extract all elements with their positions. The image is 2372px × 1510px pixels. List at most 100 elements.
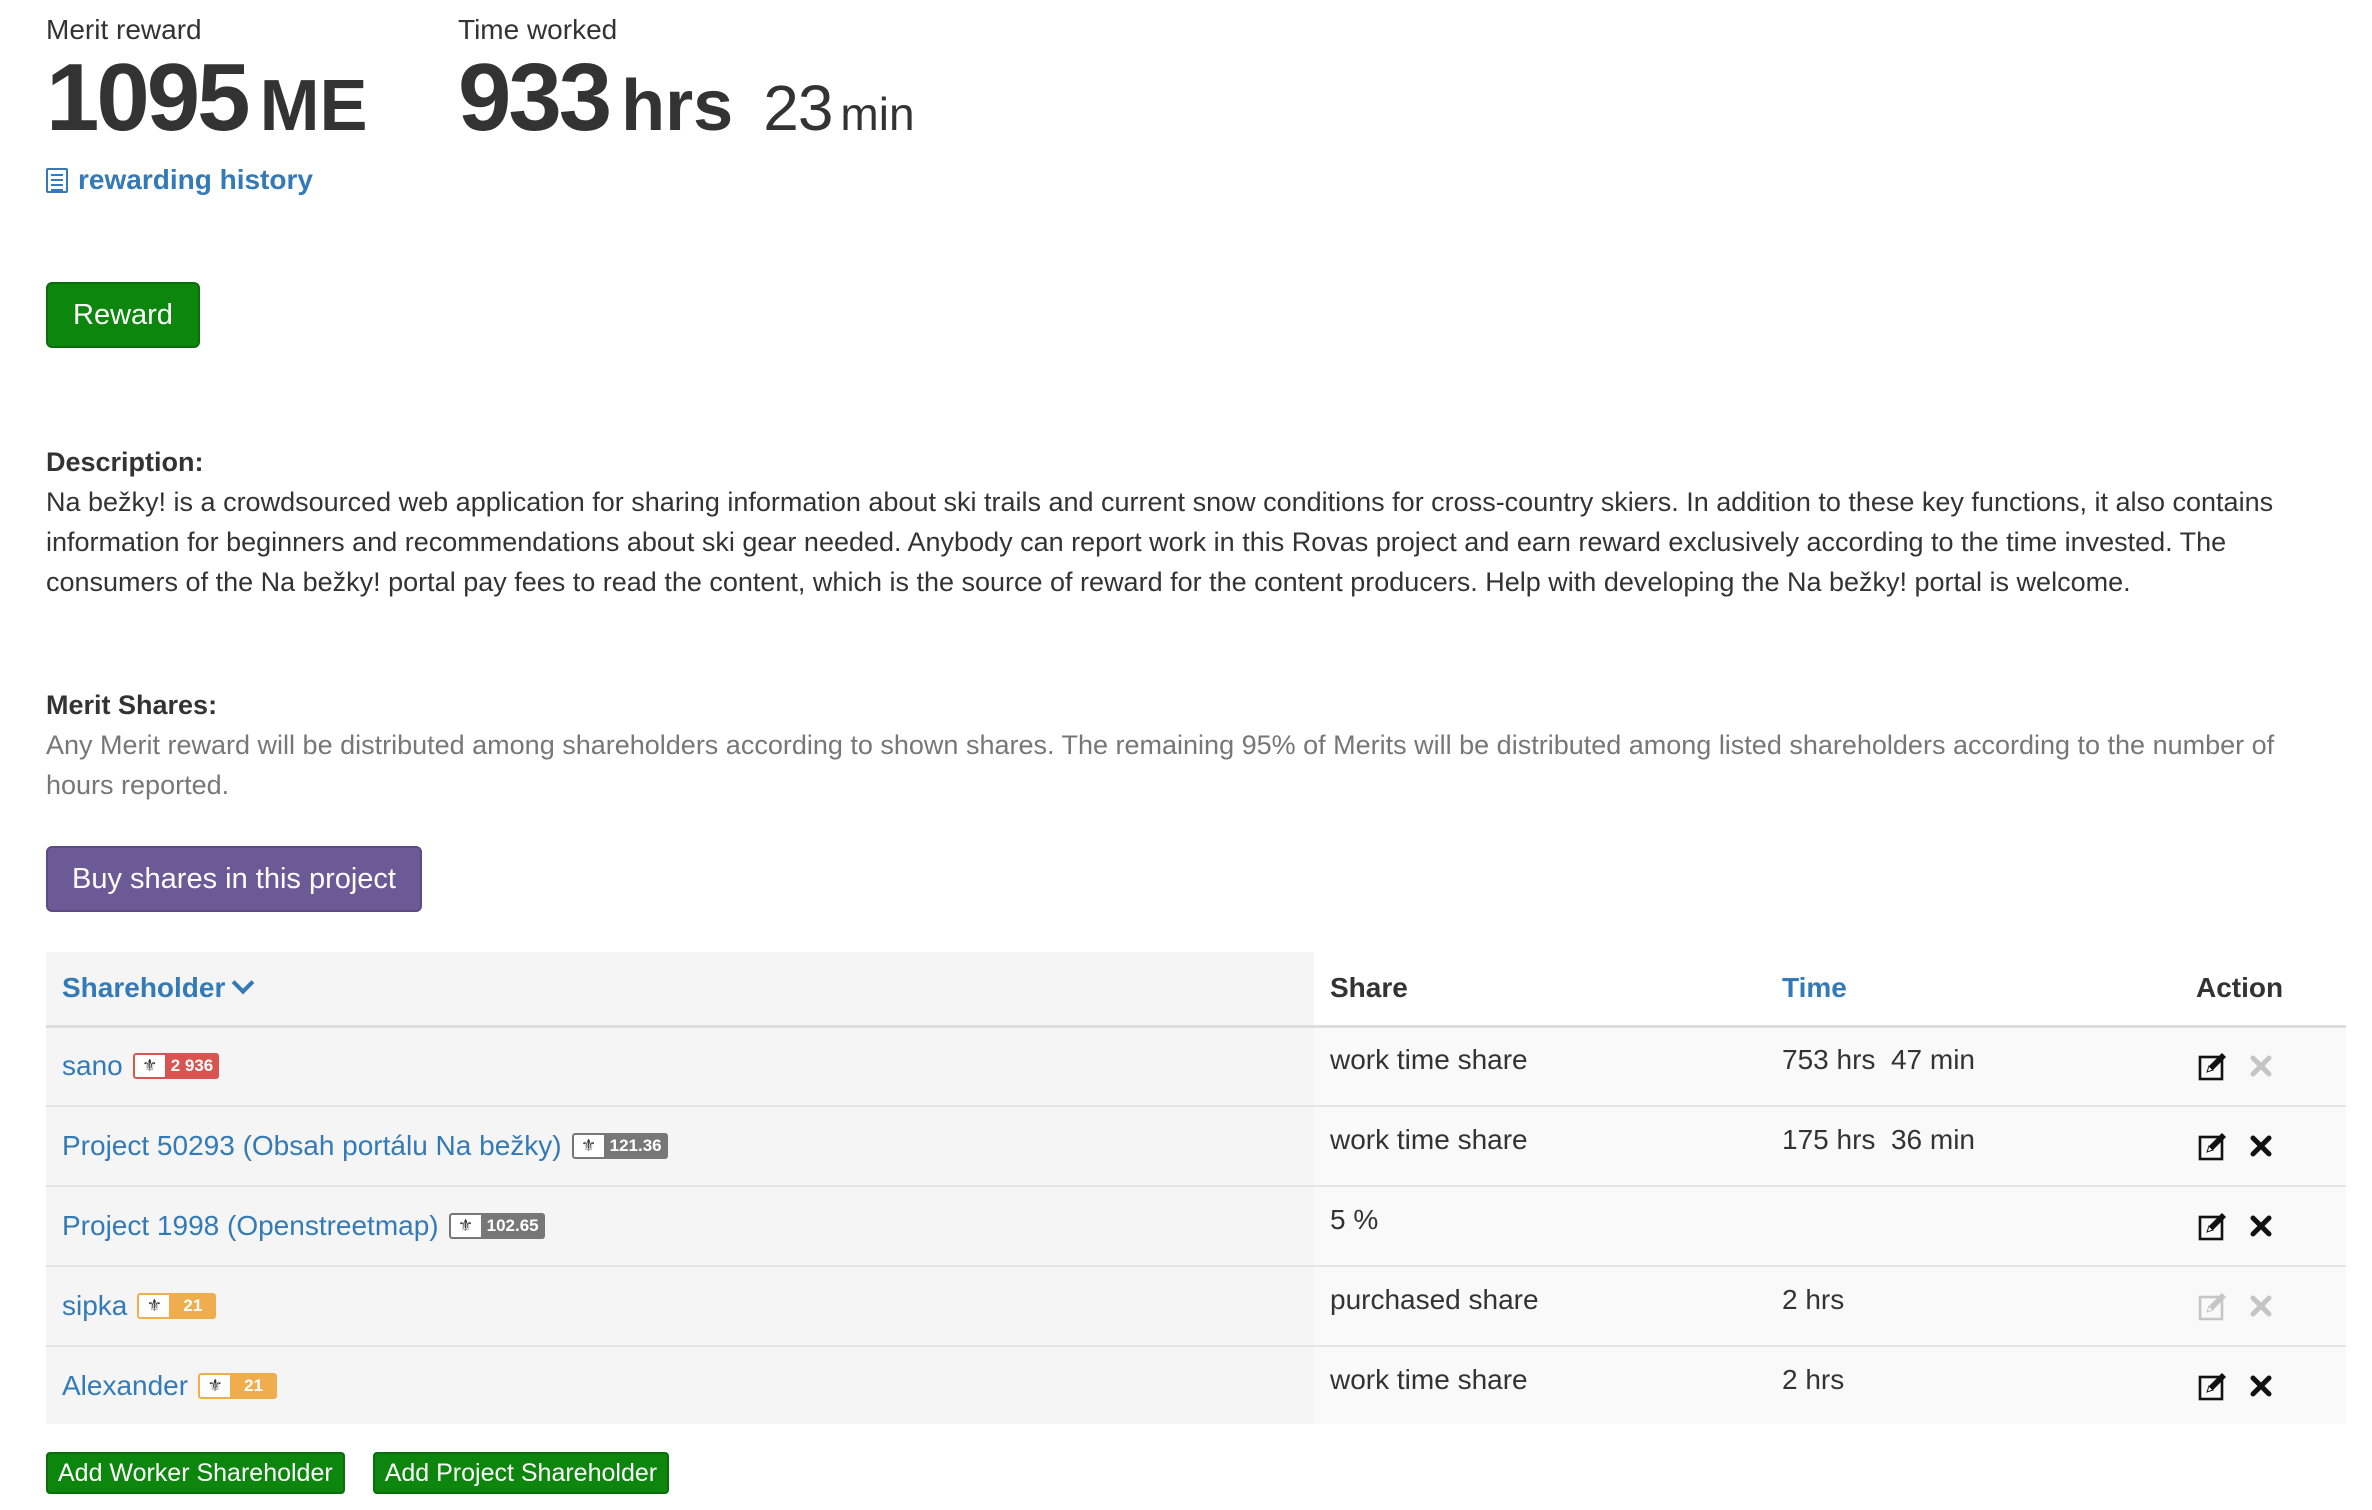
edit-icon[interactable] bbox=[2196, 1129, 2230, 1163]
shareholder-cell: sano ⚜ 2 936 bbox=[46, 1026, 1314, 1106]
description-title: Description: bbox=[46, 447, 204, 477]
table-row: Project 1998 (Openstreetmap) ⚜ 102.65 5 % bbox=[46, 1186, 2346, 1266]
people-icon: ⚜ bbox=[137, 1293, 170, 1319]
close-icon[interactable] bbox=[2244, 1369, 2278, 1403]
time-hours-unit: hrs bbox=[621, 66, 734, 146]
reputation-value: 102.65 bbox=[480, 1213, 545, 1239]
time-value: 2 hrs bbox=[1782, 1284, 1845, 1315]
reward-button[interactable]: Reward bbox=[46, 282, 200, 348]
reputation-badge: ⚜ 121.36 bbox=[571, 1133, 668, 1159]
merit-reward-label: Merit reward bbox=[46, 14, 202, 45]
project-page: Merit reward 1095 ME Time worked 933 hrs 23… bbox=[46, 0, 2346, 1494]
time-sort-link[interactable]: Time bbox=[1782, 972, 1847, 1003]
time-value: 175 hrs 36 min bbox=[1782, 1124, 1975, 1155]
time-column-header[interactable]: Time bbox=[1766, 952, 2180, 1026]
reputation-value: 21 bbox=[230, 1372, 278, 1399]
reputation-value: 121.36 bbox=[603, 1133, 668, 1159]
add-shareholder-buttons: Add Worker Shareholder Add Project Share… bbox=[46, 1452, 670, 1494]
chevron-down-icon bbox=[232, 971, 255, 995]
shareholder-cell: sipka ⚜ 21 bbox=[46, 1266, 1314, 1346]
shareholder-name-link[interactable]: Project 1998 (Openstreetmap) bbox=[62, 1210, 439, 1242]
merit-unit: ME bbox=[259, 66, 368, 146]
time-cell: 175 hrs 36 min bbox=[1766, 1106, 2180, 1186]
merit-reward-stat: Merit reward 1095 ME bbox=[46, 12, 368, 174]
shareholder-column-header[interactable]: Shareholder bbox=[46, 952, 1314, 1026]
shareholder-header-label: Shareholder bbox=[62, 972, 226, 1004]
add-project-shareholder-button[interactable]: Add Project Shareholder bbox=[372, 1452, 670, 1494]
action-column-header: Action bbox=[2196, 972, 2284, 1004]
shareholder-cell: Project 1998 (Openstreetmap) ⚜ 102.65 bbox=[46, 1186, 1314, 1266]
share-value: purchased share bbox=[1330, 1284, 1539, 1315]
table-row: Project 50293 (Obsah portálu Na bežky) ⚜ 1… bbox=[46, 1106, 2346, 1186]
shareholder-cell: Project 50293 (Obsah portálu Na bežky) ⚜ 1… bbox=[46, 1106, 1314, 1186]
reputation-badge: ⚜ 21 bbox=[137, 1293, 217, 1319]
shareholder-name-wrap: sipka ⚜ 21 bbox=[62, 1290, 1298, 1322]
time-hours: 933 bbox=[458, 44, 612, 151]
shareholders-table: Shareholder Share Time Action sano ⚜ 2 936… bbox=[46, 952, 2346, 1424]
share-cell: work time share bbox=[1314, 1026, 1766, 1106]
shareholder-name-wrap: Project 50293 (Obsah portálu Na bežky) ⚜ 1… bbox=[62, 1130, 1298, 1162]
merit-shares-title: Merit Shares: bbox=[46, 690, 218, 720]
action-cell bbox=[2180, 1026, 2346, 1106]
time-cell: 2 hrs bbox=[1766, 1266, 2180, 1346]
shareholders-table-body: sano ⚜ 2 936 work time share 753 hrs 47 min P… bbox=[46, 1026, 2346, 1424]
table-row: sano ⚜ 2 936 work time share 753 hrs 47 min bbox=[46, 1026, 2346, 1106]
share-value: 5 % bbox=[1330, 1204, 1379, 1235]
edit-icon[interactable] bbox=[2196, 1209, 2230, 1243]
share-cell: work time share bbox=[1314, 1346, 1766, 1424]
time-minutes: 23 bbox=[763, 72, 833, 144]
shareholder-cell: Alexander ⚜ 21 bbox=[46, 1346, 1314, 1424]
merit-shares-text: Any Merit reward will be distributed amo… bbox=[46, 730, 2275, 800]
shareholder-name-link[interactable]: sipka bbox=[62, 1290, 127, 1322]
shareholder-name-link[interactable]: Project 50293 (Obsah portálu Na bežky) bbox=[62, 1130, 562, 1162]
shareholder-name-wrap: Alexander ⚜ 21 bbox=[62, 1370, 1298, 1402]
table-header-row: Shareholder Share Time Action bbox=[46, 952, 2346, 1026]
action-cell bbox=[2180, 1106, 2346, 1186]
time-cell: 2 hrs bbox=[1766, 1346, 2180, 1424]
close-icon[interactable] bbox=[2244, 1209, 2278, 1243]
share-cell: 5 % bbox=[1314, 1186, 1766, 1266]
action-cell bbox=[2180, 1346, 2346, 1424]
share-value: work time share bbox=[1330, 1363, 1528, 1395]
reputation-value: 21 bbox=[169, 1293, 217, 1319]
action-buttons bbox=[2196, 1369, 2330, 1403]
time-minutes-unit: min bbox=[840, 88, 915, 140]
shareholder-name-wrap: Project 1998 (Openstreetmap) ⚜ 102.65 bbox=[62, 1210, 1298, 1242]
people-icon: ⚜ bbox=[571, 1133, 604, 1159]
buy-shares-button[interactable]: Buy shares in this project bbox=[46, 846, 422, 912]
reputation-badge: ⚜ 2 936 bbox=[132, 1053, 220, 1080]
people-icon: ⚜ bbox=[448, 1213, 481, 1239]
time-cell bbox=[1766, 1186, 2180, 1266]
description-section: Description: Na bežky! is a crowdsourced… bbox=[46, 442, 2346, 602]
add-worker-shareholder-button[interactable]: Add Worker Shareholder bbox=[46, 1452, 345, 1494]
share-cell: work time share bbox=[1314, 1106, 1766, 1186]
list-icon bbox=[46, 167, 68, 193]
merit-shares-section: Merit Shares: Any Merit reward will be d… bbox=[46, 685, 2346, 805]
action-buttons bbox=[2196, 1209, 2330, 1243]
time-value: 753 hrs 47 min bbox=[1782, 1044, 1975, 1076]
shareholder-name-link[interactable]: Alexander bbox=[62, 1370, 188, 1402]
close-icon bbox=[2244, 1049, 2278, 1083]
edit-icon[interactable] bbox=[2196, 1369, 2230, 1403]
time-worked-stat: Time worked 933 hrs 23 min bbox=[458, 12, 915, 174]
time-cell: 753 hrs 47 min bbox=[1766, 1026, 2180, 1106]
share-column-header: Share bbox=[1330, 972, 1408, 1004]
reputation-badge: ⚜ 102.65 bbox=[448, 1213, 545, 1239]
merit-amount: 1095 bbox=[46, 44, 251, 151]
people-icon: ⚜ bbox=[198, 1372, 231, 1399]
shareholder-name-wrap: sano ⚜ 2 936 bbox=[62, 1050, 1298, 1082]
table-row: sipka ⚜ 21 purchased share 2 hrs bbox=[46, 1266, 2346, 1346]
edit-icon[interactable] bbox=[2196, 1049, 2230, 1083]
shareholder-sort-link[interactable]: Shareholder bbox=[62, 971, 255, 1004]
action-buttons bbox=[2196, 1129, 2330, 1163]
time-value: 2 hrs bbox=[1782, 1363, 1845, 1395]
time-worked-value: 933 hrs 23 min bbox=[458, 50, 915, 174]
description-text: Na bežky! is a crowdsourced web applicat… bbox=[46, 487, 2274, 597]
merit-reward-value: 1095 ME bbox=[46, 50, 368, 174]
close-icon[interactable] bbox=[2244, 1129, 2278, 1163]
rewarding-history-link[interactable]: rewarding history bbox=[46, 164, 313, 196]
reputation-value: 2 936 bbox=[164, 1053, 220, 1080]
shareholder-name-link[interactable]: sano bbox=[62, 1050, 123, 1082]
share-cell: purchased share bbox=[1314, 1266, 1766, 1346]
time-worked-label: Time worked bbox=[458, 14, 618, 45]
